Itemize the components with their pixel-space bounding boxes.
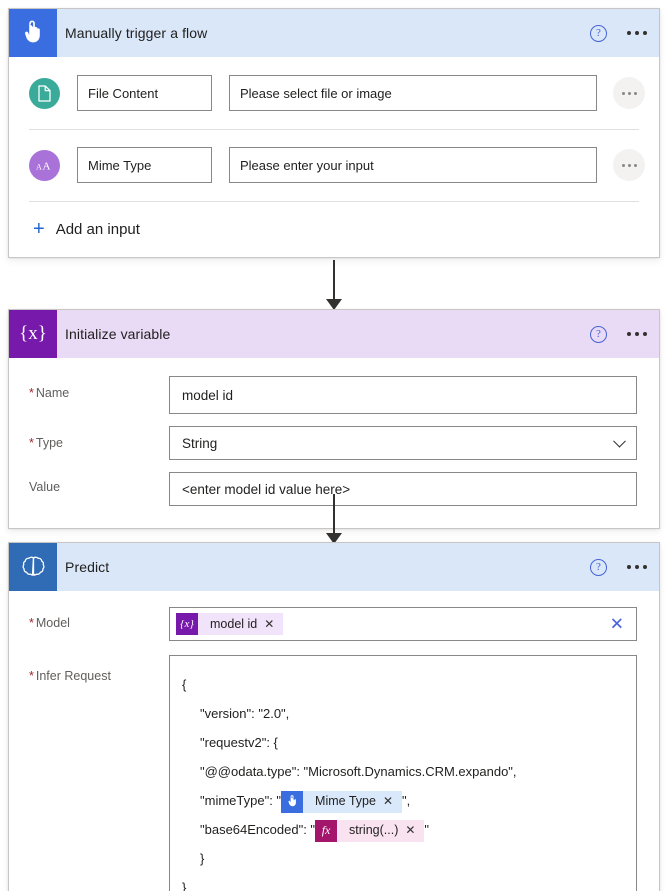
add-input-label: Add an input xyxy=(55,220,140,238)
string-expression-token-label: string(...) xyxy=(349,823,399,838)
variable-name-label-text: Name xyxy=(35,386,70,400)
variable-name-input[interactable]: model id xyxy=(169,376,637,414)
braces-x-icon: {x} xyxy=(9,310,57,358)
trigger-card-body: File Content Please select file or image… xyxy=(9,57,659,257)
predict-infer-request-row: * Infer Request { "version": "2.0", "requ… xyxy=(9,655,659,891)
code-line: "version": "2.0", xyxy=(200,706,290,721)
variable-type-row: * Type String xyxy=(9,426,659,460)
code-mimetype-suffix: ", xyxy=(402,793,411,808)
code-line: "@@odata.type": "Microsoft.Dynamics.CRM.… xyxy=(200,764,517,779)
connector-arrow-2 xyxy=(326,494,342,544)
variable-card-title: Initialize variable xyxy=(65,326,171,342)
more-menu-icon[interactable] xyxy=(625,328,649,340)
predict-infer-label: * Infer Request xyxy=(29,655,169,683)
model-id-token[interactable]: {x} model id ✕ xyxy=(176,613,284,635)
remove-token-icon[interactable]: ✕ xyxy=(383,787,402,816)
code-line: "requestv2": { xyxy=(200,735,278,750)
model-id-token-label: model id xyxy=(210,617,258,631)
input-value-text: Please select file or image xyxy=(240,85,392,101)
predict-card-title: Predict xyxy=(65,559,110,575)
input-value-text: Please enter your input xyxy=(240,157,374,173)
input-name-value: File Content xyxy=(88,85,159,101)
fx-icon: fx xyxy=(315,819,338,842)
flow-designer-canvas: Manually trigger a flow ? File Content P… xyxy=(0,0,668,891)
code-line-mimetype: "mimeType": " Mime Type ✕ ", xyxy=(182,786,624,815)
variable-card-header[interactable]: {x} Initialize variable ? xyxy=(9,310,659,358)
svg-text:A: A xyxy=(36,163,42,172)
variable-type-value: String xyxy=(182,435,218,451)
predict-model-label: * Model xyxy=(29,607,169,630)
predict-header-actions: ? xyxy=(590,543,649,591)
infer-request-editor[interactable]: { "version": "2.0", "requestv2": { "@@od… xyxy=(169,655,637,891)
predict-card[interactable]: Predict ? * Model {x} model id ✕ ✕ * Inf… xyxy=(8,542,660,891)
trigger-card-header[interactable]: Manually trigger a flow ? xyxy=(9,9,659,57)
hand-tap-icon xyxy=(9,9,57,57)
required-asterisk: * xyxy=(29,436,34,450)
input-row-more-menu-icon[interactable] xyxy=(613,149,645,181)
help-icon[interactable]: ? xyxy=(590,24,607,42)
hand-tap-icon xyxy=(281,790,304,813)
svg-text:A: A xyxy=(42,161,50,173)
help-icon[interactable]: ? xyxy=(590,325,607,343)
predict-model-label-text: Model xyxy=(35,616,70,630)
clear-field-icon[interactable]: ✕ xyxy=(610,616,624,633)
input-name-value: Mime Type xyxy=(88,157,152,173)
variable-value-label-text: Value xyxy=(29,480,61,494)
mime-type-token-label: Mime Type xyxy=(315,794,376,809)
remove-token-icon[interactable]: ✕ xyxy=(405,816,424,845)
string-expression-token[interactable]: fx string(...) ✕ xyxy=(315,819,425,842)
code-base64-prefix: "base64Encoded": " xyxy=(200,822,316,837)
code-line: } xyxy=(200,851,205,866)
code-base64-suffix: " xyxy=(424,822,430,837)
help-icon[interactable]: ? xyxy=(590,558,607,576)
chevron-down-icon[interactable] xyxy=(613,434,626,448)
trigger-card-title: Manually trigger a flow xyxy=(65,25,208,41)
variable-value-text: <enter model id value here> xyxy=(182,481,351,497)
predict-card-header[interactable]: Predict ? xyxy=(9,543,659,591)
variable-header-actions: ? xyxy=(590,310,649,358)
trigger-input-row[interactable]: File Content Please select file or image xyxy=(9,57,659,129)
file-icon xyxy=(29,77,60,109)
required-asterisk: * xyxy=(29,616,34,630)
code-mimetype-prefix: "mimeType": " xyxy=(200,793,282,808)
predict-card-body: *Model {x} model id ✕ ✕ *Infer Request xyxy=(9,591,659,891)
variable-name-row: * Name model id xyxy=(9,376,659,414)
input-name-field[interactable]: Mime Type xyxy=(77,147,212,183)
input-row-more-menu-icon[interactable] xyxy=(613,77,645,109)
input-value-field[interactable]: Please enter your input xyxy=(229,147,597,183)
variable-type-label-text: Type xyxy=(35,436,63,450)
required-asterisk: * xyxy=(29,386,34,400)
trigger-input-row[interactable]: A A Mime Type Please enter your input xyxy=(9,129,659,201)
code-line-base64: "base64Encoded": " fx string(...) ✕ " xyxy=(182,815,624,844)
brain-icon xyxy=(9,543,57,591)
predict-infer-label-text: Infer Request xyxy=(35,669,111,683)
more-menu-icon[interactable] xyxy=(625,561,649,573)
input-value-field[interactable]: Please select file or image xyxy=(229,75,597,111)
variable-name-value: model id xyxy=(182,387,234,403)
trigger-card[interactable]: Manually trigger a flow ? File Content P… xyxy=(8,8,660,258)
variable-value-input[interactable]: <enter model id value here> xyxy=(169,472,637,506)
variable-type-label: * Type xyxy=(29,426,169,450)
variable-name-label: * Name xyxy=(29,376,169,400)
mime-type-token[interactable]: Mime Type ✕ xyxy=(281,790,402,813)
add-input-button[interactable]: + Add an input xyxy=(9,201,659,257)
code-line: } xyxy=(182,880,187,891)
trigger-header-actions: ? xyxy=(590,9,649,57)
code-line: { xyxy=(182,677,187,692)
variable-value-label: Value xyxy=(29,472,169,494)
required-asterisk: * xyxy=(29,669,34,683)
predict-model-input[interactable]: {x} model id ✕ ✕ xyxy=(169,607,637,641)
connector-arrow-1 xyxy=(326,260,342,310)
braces-x-icon: {x} xyxy=(176,613,198,635)
predict-model-row: * Model {x} model id ✕ ✕ xyxy=(9,607,659,641)
more-menu-icon[interactable] xyxy=(625,27,649,39)
remove-token-icon[interactable]: ✕ xyxy=(264,617,283,631)
input-name-field[interactable]: File Content xyxy=(77,75,212,111)
plus-icon: + xyxy=(33,218,45,240)
braces-x-glyph: {x} xyxy=(19,323,47,344)
variable-type-select[interactable]: String xyxy=(169,426,637,460)
text-aa-icon: A A xyxy=(29,149,60,181)
